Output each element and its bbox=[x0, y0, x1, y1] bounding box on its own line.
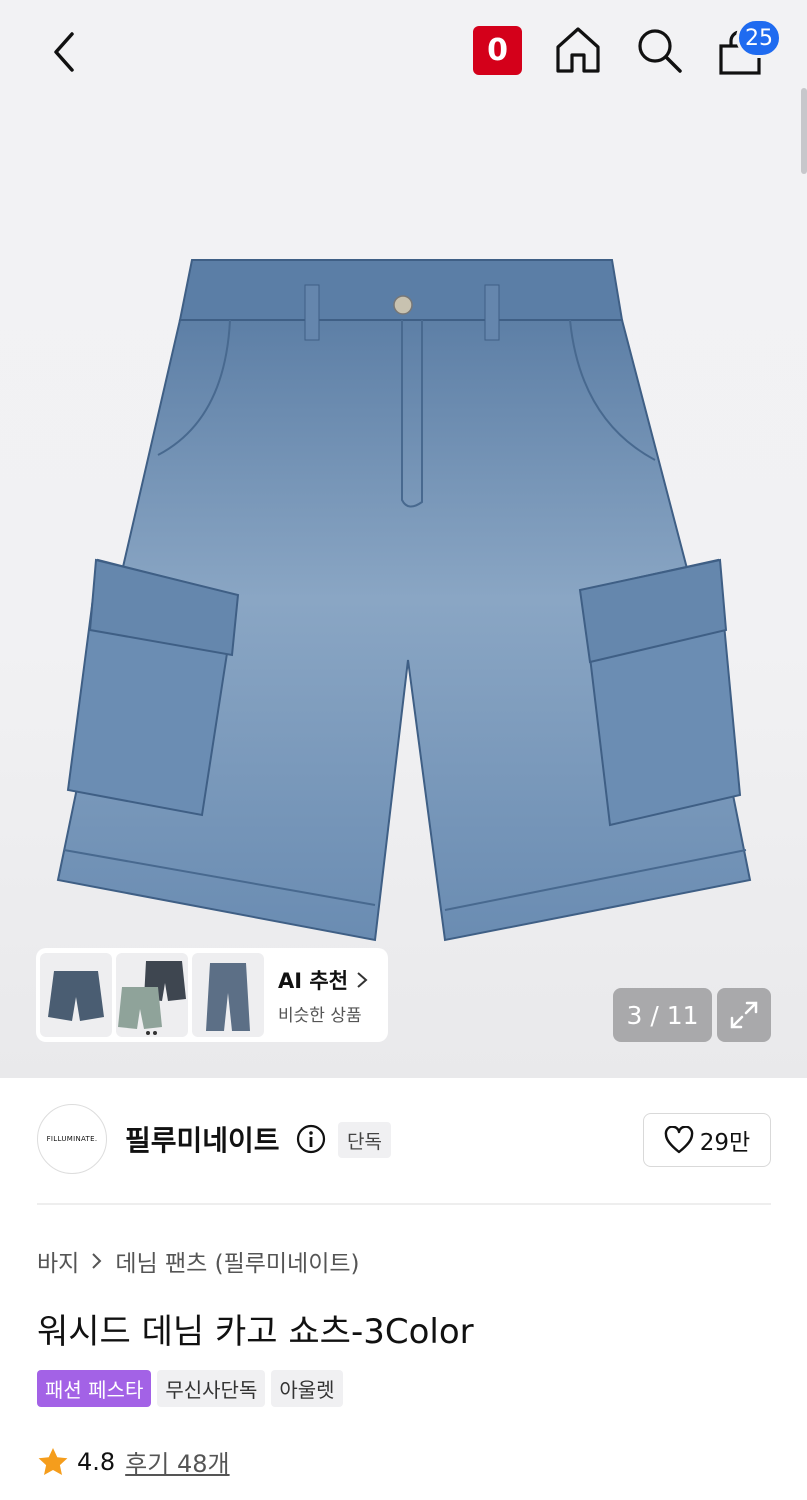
expand-icon bbox=[730, 1001, 758, 1029]
tag-musinsa-exclusive[interactable]: 무신사단독 bbox=[157, 1370, 266, 1407]
thumbnail-3[interactable] bbox=[192, 953, 264, 1037]
search-icon bbox=[638, 29, 682, 73]
tag-outlet[interactable]: 아울렛 bbox=[271, 1370, 343, 1407]
star-icon bbox=[38, 1447, 68, 1475]
thumbnail-strip: AI 추천 비슷한 상품 bbox=[36, 948, 388, 1042]
back-button[interactable] bbox=[40, 28, 88, 76]
thumbnail-1[interactable] bbox=[40, 953, 112, 1037]
like-count: 29만 bbox=[699, 1130, 751, 1156]
breadcrumb-item-pants[interactable]: 바지 bbox=[37, 1244, 79, 1278]
cart-count: 25 bbox=[745, 25, 773, 51]
chevron-right-icon bbox=[92, 1253, 102, 1269]
tag-fashion-festa[interactable]: 패션 페스타 bbox=[37, 1370, 152, 1407]
ai-recommend-title: AI 추천 bbox=[278, 965, 370, 995]
brand-name[interactable]: 필루미네이트 bbox=[125, 1119, 280, 1159]
brand-logo[interactable]: FILLUMINATE. bbox=[37, 1104, 107, 1174]
ai-recommendation-link[interactable]: AI 추천 비슷한 상품 bbox=[278, 965, 370, 1026]
rating-row: 4.8 후기 48개 bbox=[37, 1444, 230, 1479]
expand-image-button[interactable] bbox=[717, 988, 771, 1042]
product-title: 워시드 데님 카고 쇼츠-3Color bbox=[37, 1312, 474, 1352]
heart-icon bbox=[664, 1126, 694, 1154]
breadcrumb: 바지 데님 팬츠 (필루미네이트) bbox=[37, 1244, 360, 1278]
cart-count-badge: 25 bbox=[736, 18, 782, 58]
product-image bbox=[56, 259, 752, 942]
product-image-gallery[interactable]: 0 25 AI 추천 비슷한 상품 3 / 11 bbox=[0, 0, 807, 1078]
ai-subtitle: 비슷한 상품 bbox=[278, 1005, 362, 1026]
divider bbox=[37, 1203, 771, 1205]
ai-title-text: AI 추천 bbox=[278, 968, 349, 993]
product-tags: 패션 페스타 무신사단독 아울렛 bbox=[37, 1370, 349, 1407]
brand-like-button[interactable]: 29만 bbox=[643, 1113, 771, 1167]
rating-score: 4.8 bbox=[77, 1447, 116, 1476]
exclusive-badge: 단독 bbox=[338, 1122, 391, 1158]
home-icon bbox=[556, 27, 600, 73]
brand-logo-text: FILLUMINATE. bbox=[46, 1135, 98, 1143]
top-navigation-bar: 0 25 bbox=[0, 0, 807, 110]
thumbnail-2[interactable] bbox=[116, 953, 188, 1037]
back-icon bbox=[54, 32, 74, 72]
reviews-link[interactable]: 후기 48개 bbox=[125, 1444, 229, 1479]
breadcrumb-item-denim[interactable]: 데님 팬츠 (필루미네이트) bbox=[115, 1244, 359, 1278]
logo-label: 0 bbox=[487, 33, 508, 68]
image-counter: 3 / 11 bbox=[613, 988, 712, 1042]
home-button[interactable] bbox=[553, 24, 603, 76]
chevron-right-icon bbox=[357, 971, 368, 988]
info-icon[interactable] bbox=[296, 1124, 326, 1154]
search-button[interactable] bbox=[634, 24, 684, 76]
musinsa-logo-button[interactable]: 0 bbox=[473, 26, 522, 75]
